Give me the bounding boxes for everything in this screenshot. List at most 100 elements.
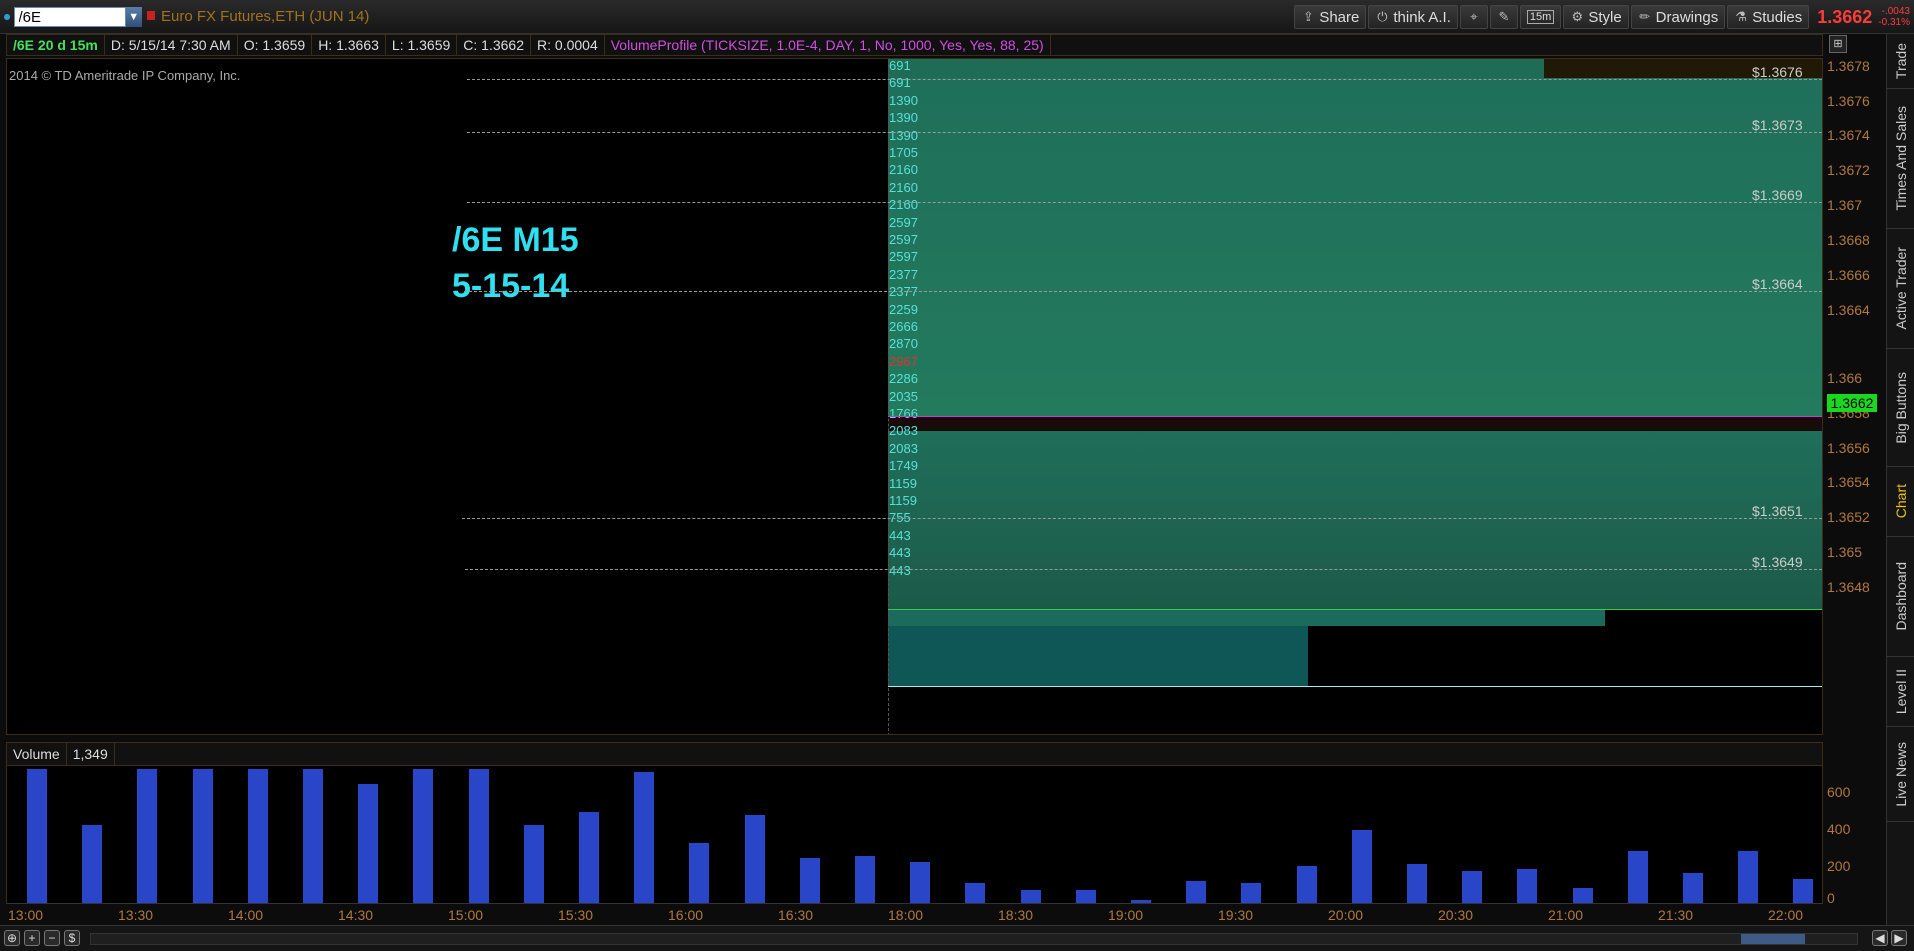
header-symbol-period[interactable]: /6E 20 d 15m [7, 35, 105, 55]
volume-header: Volume 1,349 [6, 742, 1823, 766]
style-button[interactable]: ⚙ Style [1563, 5, 1629, 29]
symbol-selector[interactable]: ▼ [4, 6, 142, 28]
style-label: Style [1588, 8, 1622, 26]
note-line-2: 5-15-14 [452, 267, 570, 305]
price-axis[interactable]: 1.3678 1.3676 1.3674 1.3672 1.367 1.3668 1.366… [1824, 58, 1884, 735]
profile-volume-label: 2666 [889, 319, 918, 334]
volume-bar [1462, 871, 1483, 903]
profile-volume-label: 2160 [889, 179, 918, 195]
pencil-icon: ✏ [1639, 9, 1651, 24]
sidebar-tab-big-buttons[interactable]: Big Buttons [1887, 349, 1914, 467]
link-dot-icon [4, 14, 10, 20]
profile-volume-label: 2377 [889, 266, 918, 282]
volume-bar [192, 768, 213, 903]
sidebar-tab-label: Times And Sales [1893, 106, 1909, 211]
sidebar-tab-live-news[interactable]: Live News [1887, 727, 1914, 822]
timeframe-button[interactable]: 15m [1519, 5, 1562, 29]
profile-block [888, 78, 1822, 416]
price-tick: 1.3666 [1827, 267, 1870, 283]
volume-bar [1351, 830, 1372, 903]
scroll-right-icon[interactable]: ▶ [1891, 930, 1907, 946]
session-divider [888, 59, 889, 734]
sidebar-tab-label: Level II [1893, 668, 1909, 715]
time-tick: 20:30 [1438, 907, 1474, 923]
volume-value: 1,349 [67, 743, 115, 765]
header-high: H: 1.3663 [312, 35, 386, 55]
drawings-button[interactable]: ✏ Drawings [1630, 5, 1726, 29]
time-tick: 15:00 [448, 907, 484, 923]
volume-bar [1241, 882, 1262, 903]
volume-bar [468, 768, 489, 903]
scroll-left-icon[interactable]: ◀ [1872, 930, 1888, 946]
style-icon: ⚙ [1571, 9, 1584, 24]
copyright: 2014 © TD Ameritrade IP Company, Inc. [9, 68, 241, 83]
profile-volume-label: 1390 [889, 127, 918, 143]
profile-volume-label: 1390 [889, 92, 918, 108]
tools-button[interactable]: ✎ [1489, 5, 1518, 29]
zoom-out-icon[interactable]: − [44, 930, 60, 946]
time-scrollbar[interactable] [90, 933, 1858, 945]
time-tick: 22:00 [1768, 907, 1804, 923]
wrench-icon: ✎ [1498, 9, 1510, 24]
profile-volume-label: 1390 [889, 110, 918, 126]
sidebar-tab-times-and-sales[interactable]: Times And Sales [1887, 89, 1914, 229]
study-label[interactable]: VolumeProfile (TICKSIZE, 1.0E-4, DAY, 1,… [605, 35, 1051, 55]
sidebar-tab-chart[interactable]: Chart [1887, 467, 1914, 537]
price-tick: 1.366 [1827, 370, 1863, 386]
price-level-line [465, 569, 1822, 570]
volume-tick: 400 [1827, 821, 1851, 837]
change-abs: -.0043 [1881, 6, 1910, 17]
profile-low-line [888, 686, 1822, 687]
volume-bar [1572, 888, 1593, 903]
dollar-icon[interactable]: $ [64, 930, 80, 946]
price-tick: 1.365 [1827, 544, 1863, 560]
time-axis[interactable]: 13:00 13:30 14:00 14:30 15:00 15:30 16:00 16:30… [6, 903, 1823, 925]
profile-volume-label: 2035 [889, 388, 918, 404]
header-date: D: 5/15/14 7:30 AM [105, 35, 238, 55]
value-area-line [888, 609, 1822, 610]
symbol-input[interactable] [13, 7, 126, 27]
scroll-thumb[interactable] [1741, 934, 1805, 944]
sidebar-tab-label: Live News [1893, 741, 1909, 807]
chevron-down-icon[interactable]: ▼ [125, 7, 142, 27]
profile-volume-label: 1159 [889, 493, 917, 508]
crosshair-button[interactable]: ⌖ [1459, 5, 1488, 29]
price-tick: 1.367 [1827, 197, 1863, 213]
think-ai-button[interactable]: ⏻ think A.I. [1368, 5, 1458, 29]
share-button[interactable]: ⇪ Share [1294, 5, 1367, 29]
volume-bar [1683, 873, 1703, 903]
volume-bar [137, 768, 158, 903]
volume-tick: 600 [1827, 784, 1851, 800]
last-price: 1.3662 [1817, 6, 1873, 27]
zoom-fit-icon[interactable]: ⊕ [4, 930, 20, 946]
note-line-1: /6E M15 [452, 221, 579, 259]
volume-bar [910, 861, 931, 903]
sidebar-tab-dashboard[interactable]: Dashboard [1887, 537, 1914, 657]
studies-button[interactable]: ⚗ Studies [1727, 5, 1810, 29]
time-tick: 14:00 [228, 907, 264, 923]
profile-volume-label: 2160 [889, 162, 918, 178]
chart-header: /6E 20 d 15m D: 5/15/14 7:30 AM O: 1.365… [6, 34, 1823, 56]
volume-bar [965, 882, 986, 903]
volume-bar [1793, 878, 1814, 903]
price-chart[interactable]: 2014 © TD Ameritrade IP Company, Inc. /6… [6, 58, 1823, 735]
volume-bar [1296, 865, 1317, 903]
price-level-label: $1.3649 [1752, 554, 1803, 570]
sidebar-tab-level-ii[interactable]: Level II [1887, 657, 1914, 727]
time-tick: 15:30 [558, 907, 594, 923]
profile-volume-label: 443 [889, 545, 911, 561]
sidebar-tab-active-trader[interactable]: Active Trader [1887, 229, 1914, 349]
zoom-in-icon[interactable]: + [24, 930, 40, 946]
sidebar-tab-trade[interactable]: Trade [1887, 34, 1914, 89]
price-tick: 1.3648 [1827, 579, 1870, 595]
chart-settings-icon[interactable]: ⊞ [1829, 35, 1847, 53]
header-low: L: 1.3659 [386, 35, 458, 55]
profile-volume-label: 2083 [889, 423, 918, 439]
studies-label: Studies [1752, 8, 1803, 26]
volume-chart[interactable] [6, 766, 1823, 903]
sidebar-tab-label: Trade [1893, 42, 1909, 80]
volume-bar [1627, 850, 1648, 903]
volume-bar [1020, 889, 1041, 903]
price-level-label: $1.3651 [1752, 503, 1803, 519]
power-icon: ⏻ [1377, 9, 1388, 24]
